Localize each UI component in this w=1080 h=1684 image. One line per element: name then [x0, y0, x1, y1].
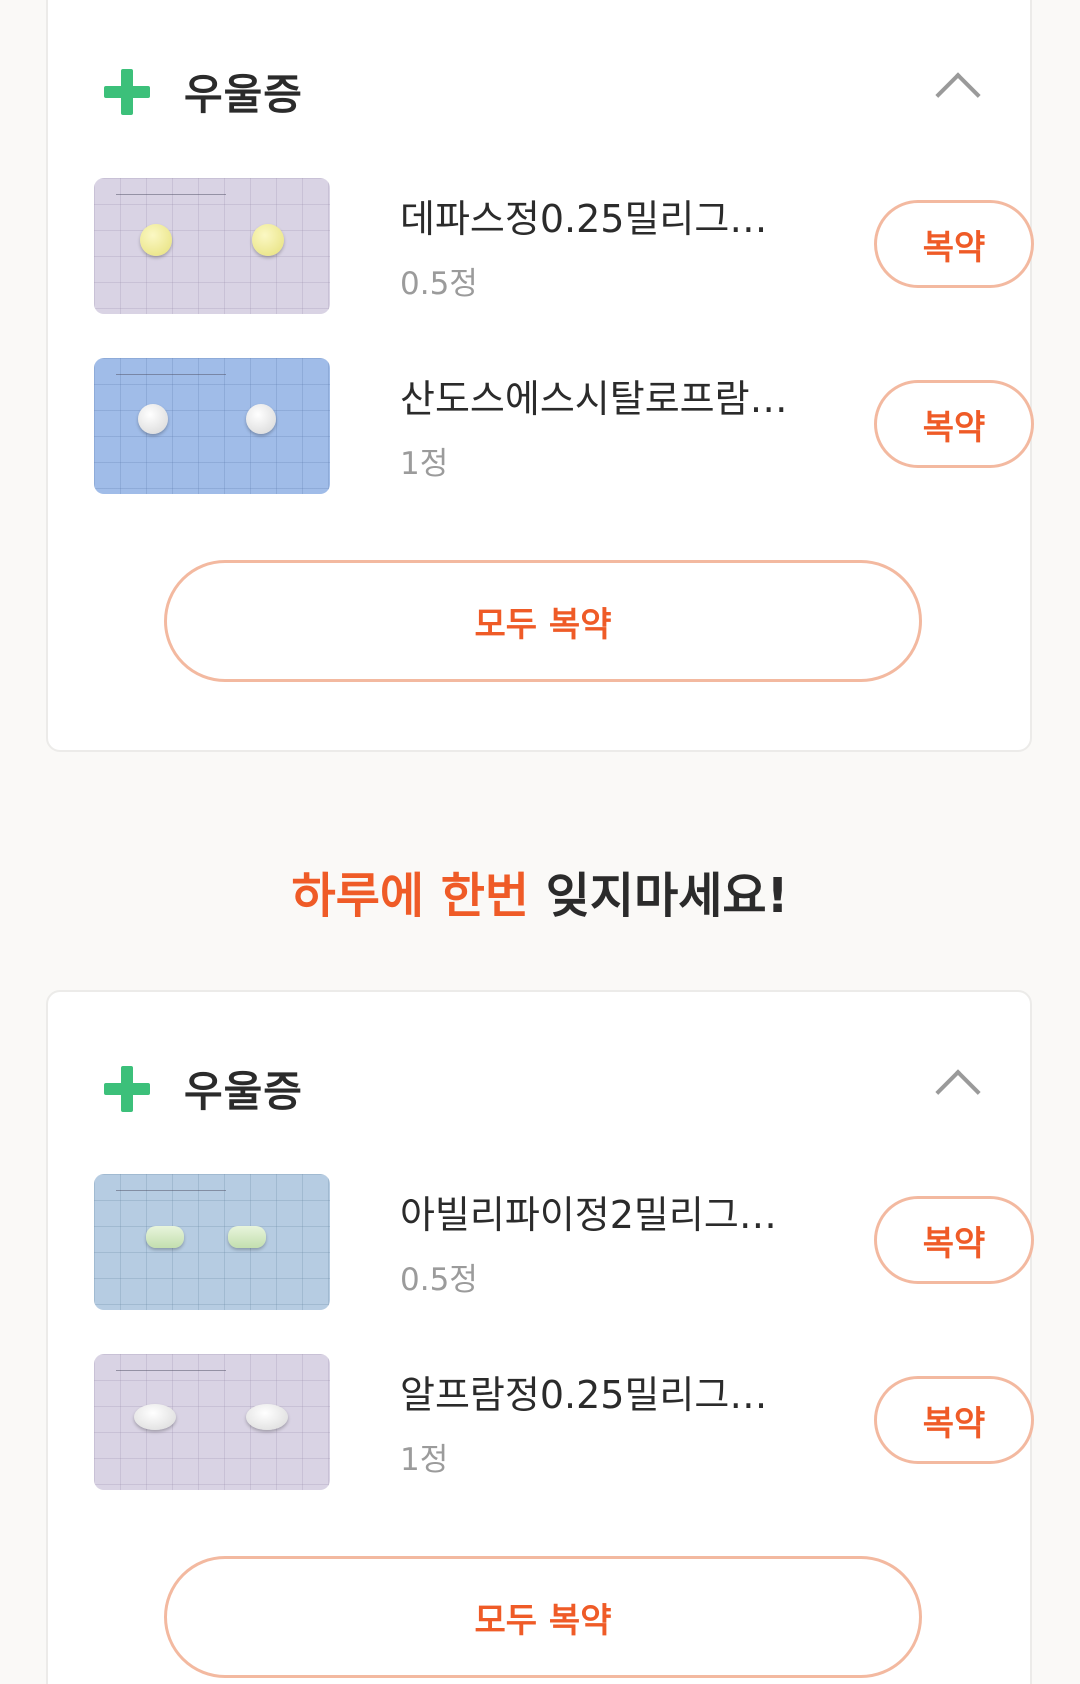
medication-row: 아빌리파이정2밀리그… 0.5정 복약	[94, 1174, 1034, 1310]
pill-back	[246, 1404, 288, 1430]
medication-name: 산도스에스시탈로프람…	[400, 377, 788, 421]
pill-image-ruler	[116, 186, 226, 195]
medication-name: 아빌리파이정2밀리그…	[400, 1193, 777, 1237]
pill-image	[94, 1174, 330, 1310]
take-button[interactable]: 복약	[874, 1196, 1034, 1284]
chevron-up-icon[interactable]	[935, 1069, 981, 1115]
medication-row: 데파스정0.25밀리그… 0.5정 복약	[94, 178, 1034, 314]
chevron-up-icon[interactable]	[935, 72, 981, 118]
take-all-button[interactable]: 모두 복약	[164, 1556, 922, 1678]
pill-back	[246, 404, 276, 434]
take-all-button[interactable]: 모두 복약	[164, 560, 922, 682]
group-title: 우울증	[184, 1067, 303, 1116]
pill-front	[146, 1226, 184, 1248]
take-button[interactable]: 복약	[874, 200, 1034, 288]
reminder-highlight: 하루에 한번	[291, 868, 530, 924]
pill-image	[94, 358, 330, 494]
plus-icon	[104, 1066, 150, 1112]
medication-name: 알프람정0.25밀리그…	[400, 1373, 768, 1417]
group-header: 우울증	[104, 57, 984, 137]
reminder-text: 잊지마세요!	[545, 868, 789, 924]
plus-icon	[104, 69, 150, 115]
pill-front	[138, 404, 168, 434]
medication-dose: 1정	[400, 446, 449, 482]
medication-row: 산도스에스시탈로프람… 1정 복약	[94, 358, 1034, 494]
medication-group-card: 우울증 아빌리파이정2밀리그… 0.5정 복약 알프람정0.25밀리그… 1정 …	[46, 990, 1034, 1684]
medication-dose: 0.5정	[400, 266, 478, 302]
medication-group-card: 우울증 데파스정0.25밀리그… 0.5정 복약 산도스에스시탈로프람… 1정 …	[46, 0, 1034, 752]
pill-front	[140, 224, 172, 256]
take-button[interactable]: 복약	[874, 1376, 1034, 1464]
reminder-message: 하루에 한번 잊지마세요!	[0, 856, 1080, 926]
pill-image	[94, 178, 330, 314]
medication-name: 데파스정0.25밀리그…	[400, 197, 768, 241]
pill-image-ruler	[116, 1182, 226, 1191]
page: 우울증 데파스정0.25밀리그… 0.5정 복약 산도스에스시탈로프람… 1정 …	[0, 0, 1080, 1684]
medication-row: 알프람정0.25밀리그… 1정 복약	[94, 1354, 1034, 1490]
pill-image-ruler	[116, 366, 226, 375]
pill-image-ruler	[116, 1362, 226, 1371]
pill-front	[134, 1404, 176, 1430]
pill-image	[94, 1354, 330, 1490]
pill-back	[252, 224, 284, 256]
take-button[interactable]: 복약	[874, 380, 1034, 468]
pill-back	[228, 1226, 266, 1248]
medication-dose: 1정	[400, 1442, 449, 1478]
group-title: 우울증	[184, 70, 303, 119]
group-header: 우울증	[104, 1054, 984, 1134]
medication-dose: 0.5정	[400, 1262, 478, 1298]
